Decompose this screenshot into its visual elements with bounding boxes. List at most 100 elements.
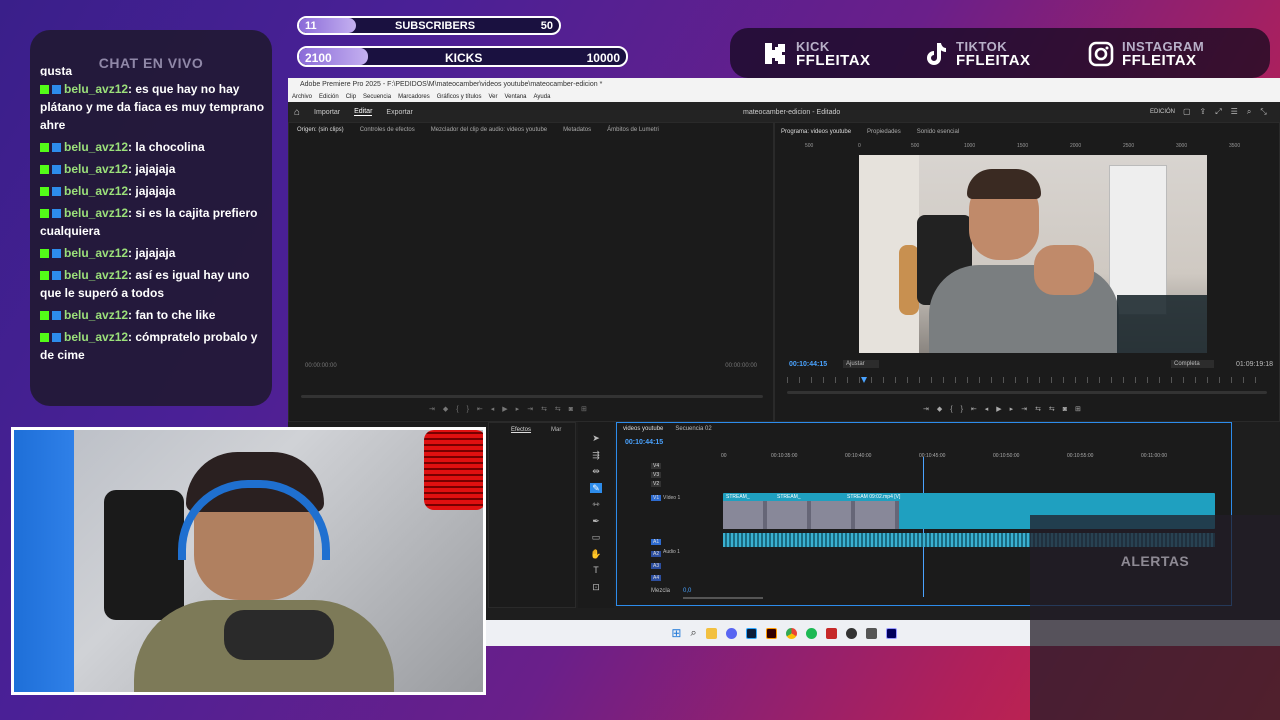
- menu-item[interactable]: Edición: [319, 92, 339, 102]
- sub-badge-icon: [52, 311, 61, 320]
- chat-text: : jajajaja: [128, 184, 176, 198]
- video-chat-overlay: [1117, 295, 1207, 353]
- sequence-tab-secuencia-02[interactable]: Secuencia 02: [675, 426, 711, 432]
- track-header[interactable]: A4: [651, 575, 662, 581]
- source-tab[interactable]: Mezclador del clip de audio: videos yout…: [431, 127, 547, 133]
- app-icon[interactable]: [825, 627, 837, 639]
- timeline-zoom-slider[interactable]: [683, 597, 763, 599]
- sequence-tab-videos-youtube[interactable]: videos youtube: [623, 426, 663, 432]
- import-tab[interactable]: Importar: [314, 109, 340, 116]
- export-tab[interactable]: Exportar: [386, 109, 412, 116]
- clip-label-2: STREAM_: [777, 494, 801, 500]
- chat-username: belu_avz12: [64, 82, 129, 96]
- home-icon[interactable]: ⌂: [294, 107, 300, 118]
- track-header[interactable]: V3: [651, 472, 662, 478]
- spotify-icon[interactable]: [805, 627, 817, 639]
- kick-badge-icon: [40, 249, 49, 258]
- fit-dropdown[interactable]: Ajustar: [843, 360, 879, 368]
- menu-item[interactable]: Archivo: [292, 92, 312, 102]
- edit-tab[interactable]: Editar: [354, 108, 373, 116]
- program-tab[interactable]: Programa: videos youtube: [781, 129, 851, 135]
- clip-thumbnails: [723, 501, 899, 529]
- webcam-chair: [104, 490, 184, 620]
- time-ruler[interactable]: 00 00:10:35:00 00:10:40:00 00:10:45:00 00:10…: [721, 453, 1221, 465]
- program-video-frame: [859, 155, 1207, 353]
- kicks-target: 10000: [586, 51, 620, 65]
- tiktok-handle: FFLEITAX: [956, 52, 1031, 69]
- ruler-tick: 2000: [1070, 143, 1082, 149]
- search-icon[interactable]: ⌕: [690, 627, 696, 640]
- program-playhead[interactable]: [861, 377, 867, 383]
- illustrator-icon[interactable]: [765, 627, 777, 639]
- sub-badge-icon: [52, 165, 61, 174]
- live-chat-panel: CHAT EN VIVO gusta belu_avz12: es que ha…: [30, 30, 272, 406]
- chat-text: : la chocolina: [128, 140, 205, 154]
- ruler-tick: 3500: [1229, 143, 1241, 149]
- windows-start-icon[interactable]: ⊞: [671, 626, 681, 640]
- source-tab[interactable]: Origen: (sin clips): [297, 127, 344, 133]
- menu-item[interactable]: Gráficos y títulos: [437, 92, 482, 102]
- menu-item[interactable]: Ver: [488, 92, 497, 102]
- effects-tab[interactable]: Efectos: [511, 427, 531, 433]
- menu-item[interactable]: Secuencia: [363, 92, 391, 102]
- kick-badge-icon: [40, 85, 49, 94]
- mix-value[interactable]: 0,0: [683, 588, 691, 594]
- header-icons[interactable]: ▢⇪⤢☰⌕⤡: [1183, 107, 1276, 117]
- program-transport-controls[interactable]: ⇥◆{}⇤◂▶▸⇥⇆⇆◙⊞: [923, 405, 1089, 413]
- chat-text: : jajajaja: [128, 246, 176, 260]
- ruler-tick: 1500: [1017, 143, 1029, 149]
- ruler-tick: 500: [805, 143, 814, 149]
- source-panel: Origen: (sin clips) Controles de efectos M…: [288, 122, 774, 422]
- obs-icon[interactable]: [845, 627, 857, 639]
- source-tab[interactable]: Ámbitos de Lumetri: [607, 127, 659, 133]
- program-tab[interactable]: Sonido esencial: [917, 129, 959, 135]
- menu-item[interactable]: Ventana: [504, 92, 526, 102]
- sequence-timecode: 00:10:44:15: [625, 439, 664, 446]
- track-header[interactable]: A1: [651, 539, 662, 545]
- chrome-icon[interactable]: [785, 627, 797, 639]
- ruler-tick: 2500: [1123, 143, 1135, 149]
- chat-message: belu_avz12: jajajaja: [40, 160, 266, 178]
- menu-bar: Archivo Edición Clip Secuencia Marcadores Grá…: [288, 92, 1280, 102]
- program-scrubber[interactable]: [787, 391, 1267, 394]
- source-scrubber[interactable]: [301, 395, 763, 398]
- app2-icon[interactable]: [865, 627, 877, 639]
- source-transport-controls[interactable]: ⇥◆{}⇤◂▶▸⇥⇆⇆◙⊞: [429, 405, 595, 413]
- video-fridge: [1109, 165, 1167, 315]
- menu-item[interactable]: Marcadores: [398, 92, 430, 102]
- photoshop-icon[interactable]: [745, 627, 757, 639]
- premiere-icon[interactable]: [885, 627, 897, 639]
- track-header[interactable]: V4: [651, 463, 662, 469]
- ruler-tick: 3000: [1176, 143, 1188, 149]
- track-header[interactable]: A2: [651, 551, 662, 557]
- markers-tab[interactable]: Mar: [551, 427, 561, 433]
- kick-badge-icon: [40, 187, 49, 196]
- discord-icon[interactable]: [725, 627, 737, 639]
- workspace-label[interactable]: EDICIÓN: [1150, 109, 1175, 115]
- tool-icons[interactable]: ➤ ⇶ ⇹ ✎ ⇿ ✒ ▭ ✋ T ⊡: [578, 422, 614, 595]
- header-bar: ⌂ Importar Editar Exportar mateocamber-e…: [288, 102, 1280, 122]
- track-header[interactable]: V1: [651, 495, 662, 501]
- chat-message: belu_avz12: si es la cajita prefiero cua…: [40, 204, 266, 240]
- video-lamp: [899, 245, 919, 315]
- quality-dropdown[interactable]: Completa: [1171, 360, 1214, 368]
- source-tab[interactable]: Metadatos: [563, 127, 591, 133]
- track-header[interactable]: V2: [651, 481, 662, 487]
- menu-item[interactable]: Clip: [346, 92, 356, 102]
- chat-username: belu_avz12: [64, 246, 129, 260]
- program-tab[interactable]: Propiedades: [867, 129, 901, 135]
- kick-badge-icon: [40, 165, 49, 174]
- kick-badge-icon: [40, 333, 49, 342]
- source-timecode-right: 00:00:00:00: [725, 363, 757, 369]
- source-tab[interactable]: Controles de efectos: [360, 127, 415, 133]
- webcam-controller: [224, 610, 334, 660]
- clip-label-1: STREAM_: [726, 494, 750, 500]
- track-header[interactable]: A3: [651, 563, 662, 569]
- chat-username: belu_avz12: [64, 206, 129, 220]
- file-explorer-icon[interactable]: [705, 627, 717, 639]
- menu-item[interactable]: Ayuda: [534, 92, 551, 102]
- ruler-tick: 500: [911, 143, 920, 149]
- social-instagram: INSTAGRAM FFLEITAX: [1088, 40, 1204, 68]
- time-ruler-tick: 00:10:55:00: [1067, 453, 1094, 459]
- ruler-tick: 1000: [964, 143, 976, 149]
